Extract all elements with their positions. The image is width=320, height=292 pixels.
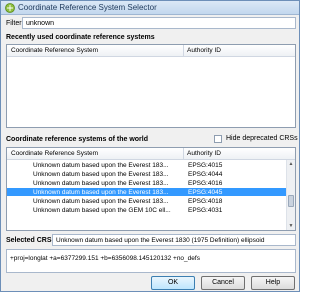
- scroll-thumb[interactable]: [288, 195, 294, 207]
- proj-definition-text: +proj=longlat +a=6377299.151 +b=6356098.…: [10, 255, 200, 262]
- crs-name-cell: Unknown datum based upon the Everest 183…: [33, 170, 169, 178]
- recent-col-crs-header[interactable]: Coordinate Reference System: [11, 47, 98, 54]
- crs-selector-dialog: Coordinate Reference System Selector Fil…: [0, 0, 300, 292]
- filter-label: Filter: [6, 20, 22, 27]
- world-crs-table-header: Coordinate Reference System Authority ID: [7, 148, 295, 160]
- world-crs-section-label: Coordinate reference systems of the worl…: [6, 136, 148, 143]
- crs-name-cell: Unknown datum based upon the Everest 183…: [33, 161, 169, 169]
- recent-crs-section-label: Recently used coordinate reference syste…: [6, 34, 155, 41]
- hide-deprecated-label: Hide deprecated CRSs: [226, 135, 298, 142]
- window-title: Coordinate Reference System Selector: [18, 3, 157, 12]
- table-row[interactable]: Unknown datum based upon the Everest 183…: [7, 170, 287, 178]
- table-row[interactable]: Unknown datum based upon the Everest 183…: [7, 161, 287, 169]
- title-bar[interactable]: Coordinate Reference System Selector: [1, 1, 299, 15]
- table-row[interactable]: Unknown datum based upon the GEM 10C ell…: [7, 206, 287, 214]
- table-row[interactable]: Unknown datum based upon the Everest 183…: [7, 197, 287, 205]
- qgis-app-icon: [5, 3, 15, 13]
- vertical-scrollbar[interactable]: ▲ ▼: [286, 160, 295, 230]
- table-row-selected[interactable]: Unknown datum based upon the Everest 183…: [7, 188, 287, 196]
- selected-crs-label: Selected CRS:: [6, 237, 54, 244]
- cancel-button[interactable]: Cancel: [201, 276, 245, 290]
- filter-input[interactable]: [22, 17, 296, 29]
- recent-crs-table-header: Coordinate Reference System Authority ID: [7, 45, 295, 57]
- recent-crs-table[interactable]: Coordinate Reference System Authority ID: [6, 44, 296, 128]
- scroll-down-arrow-icon[interactable]: ▼: [287, 222, 295, 230]
- authority-id-cell: EPSG:4031: [188, 206, 223, 214]
- world-col-authority-header[interactable]: Authority ID: [187, 150, 221, 157]
- authority-id-cell: EPSG:4044: [188, 170, 223, 178]
- crs-name-cell: Unknown datum based upon the Everest 183…: [33, 197, 169, 205]
- authority-id-cell: EPSG:4016: [188, 179, 223, 187]
- authority-id-cell: EPSG:4018: [188, 197, 223, 205]
- world-crs-table[interactable]: Coordinate Reference System Authority ID…: [6, 147, 296, 231]
- crs-name-cell: Unknown datum based upon the Everest 183…: [33, 188, 169, 196]
- ok-button[interactable]: OK: [151, 276, 195, 290]
- authority-id-cell: EPSG:4045: [188, 188, 223, 196]
- column-divider: [183, 148, 184, 160]
- authority-id-cell: EPSG:4015: [188, 161, 223, 169]
- table-row[interactable]: Unknown datum based upon the Everest 183…: [7, 179, 287, 187]
- hide-deprecated-checkbox[interactable]: [214, 135, 222, 143]
- column-divider: [183, 45, 184, 57]
- selected-crs-field: Unknown datum based upon the Everest 183…: [52, 234, 296, 246]
- scroll-up-arrow-icon[interactable]: ▲: [287, 160, 295, 168]
- help-button[interactable]: Help: [251, 276, 295, 290]
- proj-definition-box[interactable]: +proj=longlat +a=6377299.151 +b=6356098.…: [6, 249, 296, 273]
- world-col-crs-header[interactable]: Coordinate Reference System: [11, 150, 98, 157]
- crs-name-cell: Unknown datum based upon the GEM 10C ell…: [33, 206, 171, 214]
- crs-name-cell: Unknown datum based upon the Everest 183…: [33, 179, 169, 187]
- recent-col-authority-header[interactable]: Authority ID: [187, 47, 221, 54]
